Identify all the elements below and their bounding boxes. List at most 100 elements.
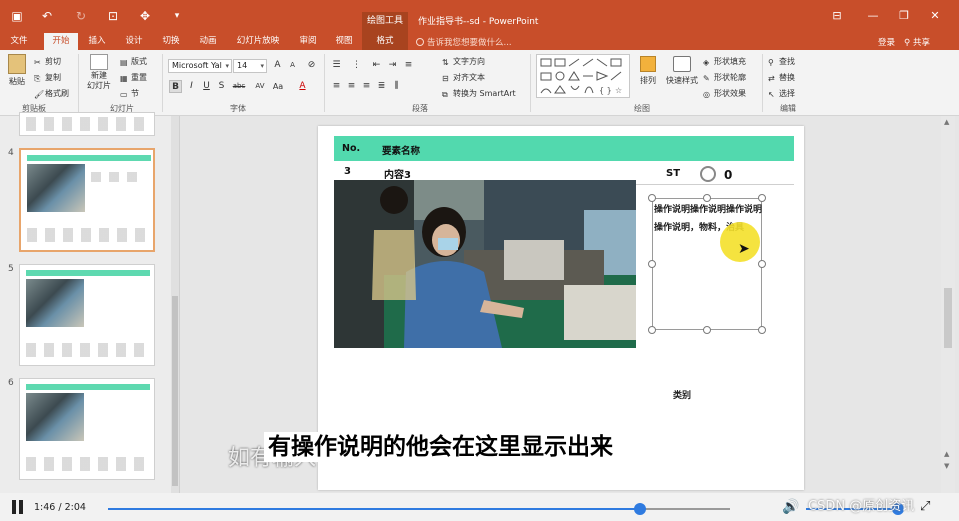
font-color-button[interactable]: A	[296, 80, 309, 93]
slide-thumbnail[interactable]	[19, 112, 155, 136]
replace-button[interactable]: ⇄ 替换	[768, 72, 795, 83]
sign-in-link[interactable]: 登录	[878, 36, 895, 48]
shape-outline-button[interactable]: ✎ 形状轮廓	[703, 72, 746, 83]
vertical-scrollbar[interactable]: ▲ ▲ ▼	[941, 116, 955, 493]
touch-mode-icon[interactable]: ✥	[138, 9, 152, 23]
font-name-dropdown[interactable]: Microsoft Yal ▾	[168, 59, 232, 73]
format-painter-button[interactable]: 🖌格式刷	[34, 88, 69, 99]
shadow-button[interactable]: S	[215, 80, 228, 93]
grow-font-icon[interactable]: A	[271, 59, 284, 72]
brush-icon: 🖌	[34, 90, 45, 99]
instruction-textbox[interactable]: 操作说明操作说明操作说明操作说明，物料，治具	[652, 198, 762, 330]
restore-icon[interactable]: ❐	[893, 7, 915, 25]
bold-button[interactable]: B	[169, 80, 182, 93]
resize-handle[interactable]	[648, 194, 656, 202]
thumbnail-scrollbar[interactable]	[171, 116, 179, 493]
select-button[interactable]: ↖ 选择	[768, 88, 795, 99]
next-slide-icon[interactable]: ▼	[944, 462, 952, 470]
resize-handle[interactable]	[648, 260, 656, 268]
resize-handle[interactable]	[758, 326, 766, 334]
tab-home[interactable]: 开始	[44, 33, 78, 50]
font-size-dropdown[interactable]: 14 ▾	[233, 59, 267, 73]
new-slide-button[interactable]: 新建 幻灯片	[84, 54, 114, 91]
section-button[interactable]: ▭ 节	[120, 88, 139, 99]
drawing-group-label: 绘图	[634, 104, 650, 113]
slide-thumbnail[interactable]	[19, 378, 155, 480]
strikethrough-button[interactable]: abc	[230, 80, 248, 93]
align-right-icon[interactable]: ≡	[360, 80, 373, 93]
share-button[interactable]: ⚲ 共享	[904, 36, 930, 48]
paste-label: 粘贴	[9, 77, 25, 86]
tab-slideshow[interactable]: 幻灯片放映	[232, 33, 284, 50]
tab-transitions[interactable]: 切换	[156, 33, 186, 50]
scrollbar-thumb[interactable]	[172, 296, 178, 486]
workshop-photo[interactable]	[334, 180, 636, 348]
font-name-value: Microsoft Yal	[172, 61, 222, 70]
arrange-button[interactable]: 排列	[636, 56, 660, 86]
clear-formatting-icon[interactable]: ⊘	[305, 59, 318, 72]
copy-button[interactable]: ⎘ 复制	[34, 72, 61, 83]
customize-icon[interactable]: ▾	[170, 9, 184, 23]
quick-styles-button[interactable]: 快速样式	[664, 56, 700, 86]
tab-review[interactable]: 审阅	[294, 33, 322, 50]
progress-handle[interactable]	[633, 503, 646, 515]
italic-button[interactable]: I	[185, 80, 198, 93]
pause-icon[interactable]	[12, 500, 24, 514]
resize-handle[interactable]	[758, 194, 766, 202]
volume-icon[interactable]: 🔊	[782, 500, 802, 514]
align-text-button[interactable]: ⊟ 对齐文本	[442, 72, 485, 83]
minimize-icon[interactable]: —	[862, 7, 884, 25]
cut-button[interactable]: ✂ 剪切	[34, 56, 61, 67]
shapes-gallery[interactable]: { } ☆	[536, 54, 630, 98]
shapes-icon: { } ☆	[540, 58, 622, 95]
resize-handle[interactable]	[703, 326, 711, 334]
slide-number: 6	[8, 378, 14, 388]
slide-thumbnail-pane[interactable]: 4 5 6	[0, 112, 180, 493]
save-icon[interactable]: ▣	[10, 9, 24, 23]
tell-me-search[interactable]: 告诉我您想要做什么...	[416, 36, 512, 48]
line-spacing-icon[interactable]: ≡	[402, 59, 415, 72]
shape-fill-button[interactable]: ◈ 形状填充	[703, 56, 746, 67]
tab-format[interactable]: 格式	[362, 33, 408, 50]
resize-handle[interactable]	[648, 326, 656, 334]
find-button[interactable]: ⚲ 查找	[768, 56, 795, 67]
bullets-icon[interactable]: ☰	[330, 59, 343, 72]
reset-button[interactable]: ▦ 重置	[120, 72, 147, 83]
align-left-icon[interactable]: ≡	[330, 80, 343, 93]
paste-button[interactable]: 粘贴	[6, 54, 28, 87]
tab-insert[interactable]: 插入	[84, 33, 110, 50]
smartart-button[interactable]: ⧉ 转换为 SmartArt	[442, 88, 516, 99]
ribbon-options-icon[interactable]: ⊟	[826, 7, 848, 25]
change-case-button[interactable]: Aa	[270, 80, 286, 93]
scroll-up-icon[interactable]: ▲	[944, 118, 952, 126]
tab-file[interactable]: 文件	[4, 33, 34, 50]
progress-bar[interactable]	[108, 503, 730, 515]
text-direction-button[interactable]: ⇅ 文字方向	[442, 56, 485, 67]
scrollbar-thumb[interactable]	[944, 288, 952, 348]
shape-effects-button[interactable]: ◎ 形状效果	[703, 88, 746, 99]
undo-icon[interactable]: ↶	[40, 9, 54, 23]
resize-handle[interactable]	[758, 260, 766, 268]
numbering-icon[interactable]: ⋮	[350, 59, 363, 72]
tab-design[interactable]: 设计	[120, 33, 148, 50]
tab-animations[interactable]: 动画	[194, 33, 222, 50]
decrease-indent-icon[interactable]: ⇤	[370, 59, 383, 72]
shrink-font-icon[interactable]: A	[286, 59, 299, 72]
increase-indent-icon[interactable]: ⇥	[386, 59, 399, 72]
start-slideshow-icon[interactable]: ⊡	[106, 9, 120, 23]
previous-slide-icon[interactable]: ▲	[944, 450, 952, 458]
tab-view[interactable]: 视图	[330, 33, 358, 50]
slide-thumbnail[interactable]	[19, 264, 155, 366]
resize-handle[interactable]	[703, 194, 711, 202]
align-center-icon[interactable]: ≡	[345, 80, 358, 93]
close-icon[interactable]: ✕	[924, 7, 946, 25]
redo-icon[interactable]: ↻	[74, 9, 88, 23]
char-spacing-button[interactable]: AV	[252, 80, 268, 93]
columns-icon[interactable]: ⫼	[390, 80, 403, 93]
fullscreen-icon[interactable]: ⤢	[920, 499, 936, 515]
pen-icon: ✎	[703, 74, 710, 83]
slide-thumbnail-selected[interactable]	[19, 148, 155, 252]
justify-icon[interactable]: ≣	[375, 80, 388, 93]
layout-button[interactable]: ▤ 版式	[120, 56, 147, 67]
underline-button[interactable]: U	[200, 80, 213, 93]
